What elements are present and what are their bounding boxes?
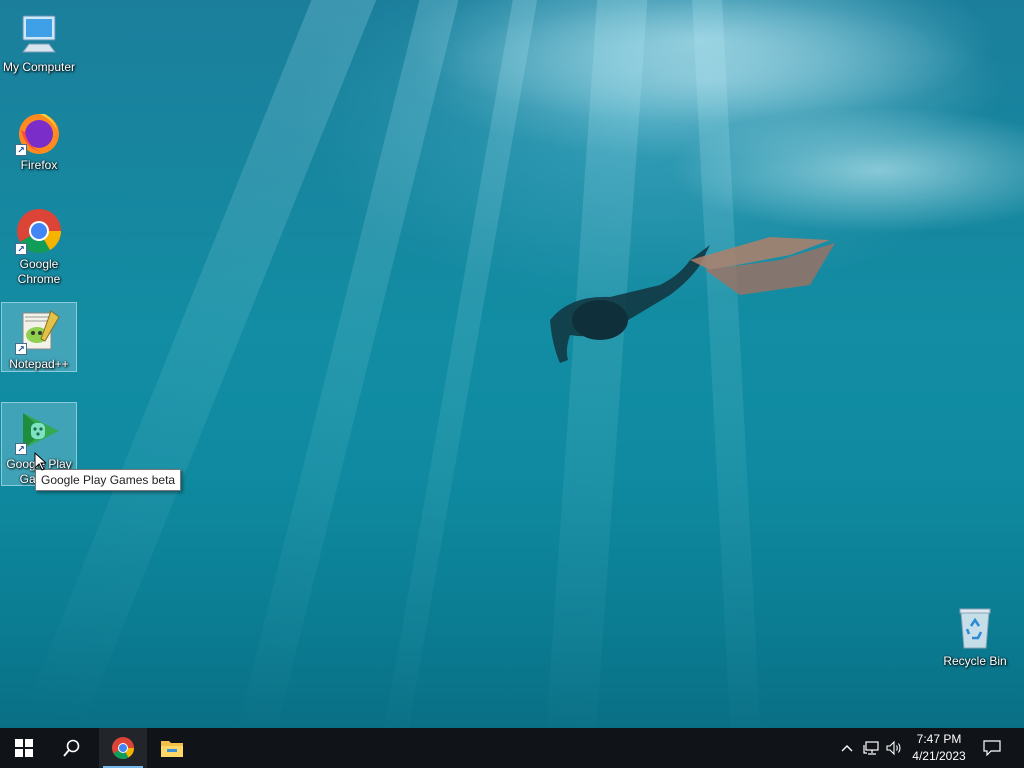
clock-date: 4/21/2023 bbox=[912, 749, 966, 763]
shortcut-arrow-icon: ↗ bbox=[15, 144, 27, 156]
desktop[interactable]: My Computer ↗ Firefox ↗ Google Chrome ↗ … bbox=[0, 0, 1024, 728]
taskbar-chrome-button[interactable] bbox=[99, 728, 147, 768]
chrome-icon: ↗ bbox=[15, 207, 63, 255]
recycle-bin-icon bbox=[951, 604, 999, 652]
desktop-icon-google-chrome[interactable]: ↗ Google Chrome bbox=[1, 203, 77, 289]
desktop-icon-label: Recycle Bin bbox=[943, 654, 1007, 668]
desktop-icon-label: Notepad++ bbox=[9, 357, 69, 371]
search-button[interactable] bbox=[48, 728, 96, 768]
desktop-icon-label: My Computer bbox=[2, 60, 76, 74]
windows-start-icon bbox=[15, 739, 33, 757]
desktop-icon-label-line2: Chrome bbox=[17, 272, 61, 286]
shortcut-arrow-icon: ↗ bbox=[15, 343, 27, 355]
clock-time: 7:47 PM bbox=[916, 732, 962, 746]
computer-icon bbox=[15, 10, 63, 58]
volume-button[interactable] bbox=[883, 728, 905, 768]
taskbar: 7:47 PM 4/21/2023 bbox=[0, 728, 1024, 768]
desktop-icon-label-line1: Google bbox=[19, 257, 59, 271]
notepad-plus-plus-icon: ↗ bbox=[15, 307, 63, 355]
desktop-icon-recycle-bin[interactable]: Recycle Bin bbox=[937, 600, 1013, 672]
desktop-icon-my-computer[interactable]: My Computer bbox=[1, 6, 77, 78]
diver-silhouette bbox=[550, 237, 835, 363]
chrome-icon bbox=[112, 737, 134, 759]
file-explorer-icon bbox=[161, 741, 183, 757]
shortcut-arrow-icon: ↗ bbox=[15, 243, 27, 255]
mouse-cursor-icon bbox=[34, 452, 46, 471]
chevron-up-icon bbox=[841, 745, 853, 752]
start-button[interactable] bbox=[0, 728, 48, 768]
taskbar-clock[interactable]: 7:47 PM 4/21/2023 bbox=[904, 731, 974, 765]
network-button[interactable] bbox=[860, 728, 882, 768]
desktop-icon-label: Firefox bbox=[20, 158, 58, 172]
volume-icon bbox=[886, 741, 901, 755]
taskbar-file-explorer-button[interactable] bbox=[148, 728, 196, 768]
desktop-icon-notepad-plus-plus[interactable]: ↗ Notepad++ bbox=[1, 302, 77, 372]
firefox-icon: ↗ bbox=[15, 108, 63, 156]
network-icon bbox=[863, 741, 879, 755]
desktop-icon-firefox[interactable]: ↗ Firefox bbox=[1, 104, 77, 176]
tooltip: Google Play Games beta bbox=[35, 469, 182, 491]
notification-center-icon bbox=[983, 740, 1001, 756]
show-hidden-icons-button[interactable] bbox=[836, 728, 858, 768]
search-icon bbox=[63, 739, 80, 757]
google-play-games-icon: ↗ bbox=[15, 407, 63, 455]
action-center-button[interactable] bbox=[978, 728, 1006, 768]
shortcut-arrow-icon: ↗ bbox=[15, 443, 27, 455]
